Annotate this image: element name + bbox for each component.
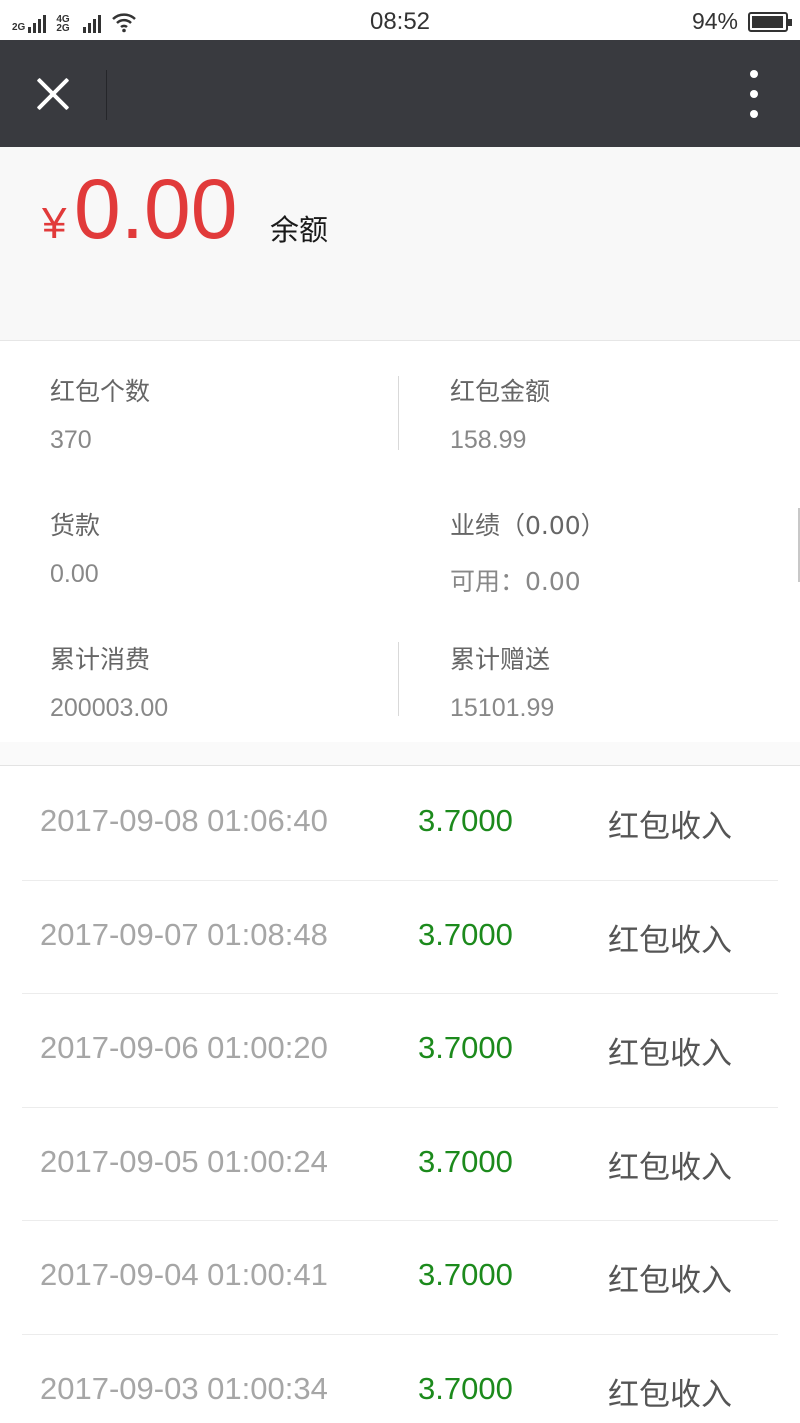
record-date: 2017-09-07 01:08:48 [40,916,328,952]
record-date: 2017-09-03 01:00:34 [40,1370,328,1406]
stat-available: 可用：0.00 [450,567,581,596]
record-amount: 3.7000 [418,1030,513,1065]
record-date: 2017-09-04 01:00:41 [40,1257,328,1292]
stat-value: 370 [50,426,92,454]
stat-divider [398,642,399,716]
record-date: 2017-09-06 01:00:20 [40,1030,328,1065]
stats-panel: 红包个数 370 红包金额 158.99 货款 0.00 业绩（0.00） 可用… [0,342,800,742]
record-amount: 3.7000 [418,916,513,952]
records-list: 2017-09-08 01:06:40 3.7000 红包收入 2017-09-… [0,767,800,1423]
currency-symbol: ¥ [42,199,67,248]
stat-label: 货款 [50,511,101,540]
balance-header: ¥ 0.00 余额 [0,147,800,341]
list-item[interactable]: 2017-09-05 01:00:24 3.7000 红包收入 [22,1108,778,1221]
record-type: 红包收入 [608,1149,732,1186]
section-separator [0,742,800,766]
list-item[interactable]: 2017-09-06 01:00:20 3.7000 红包收入 [22,994,778,1108]
stat-divider [398,376,399,450]
list-item[interactable]: 2017-09-07 01:08:48 3.7000 红包收入 [22,881,778,994]
stat-total-gift: 累计赠送 15101.99 [450,640,554,723]
battery-percent: 94% [691,8,738,34]
stat-performance: 业绩（0.00） 可用：0.00 [450,506,606,598]
stat-hongbao-count: 红包个数 370 [50,372,150,455]
balance-amount: 0.00 [74,162,238,256]
record-type: 红包收入 [608,1263,732,1299]
stat-label: 累计赠送 [450,645,551,674]
list-item[interactable]: 2017-09-08 01:06:40 3.7000 红包收入 [22,767,778,881]
battery-icon [748,11,792,32]
list-item[interactable]: 2017-09-03 01:00:34 3.7000 红包收入 [22,1335,778,1423]
stat-label: 业绩（0.00） [450,511,606,540]
stat-value: 158.99 [450,426,527,454]
record-amount: 3.7000 [418,1257,513,1292]
record-date: 2017-09-05 01:00:24 [40,1143,328,1179]
list-item[interactable]: 2017-09-04 01:00:41 3.7000 红包收入 [22,1221,778,1335]
nav-divider [106,70,107,120]
balance-label: 余额 [270,213,329,247]
nav-bar [0,40,800,147]
record-type: 红包收入 [608,922,732,959]
battery-status: 94% [691,8,792,35]
record-type: 红包收入 [608,1376,732,1413]
stat-value: 15101.99 [450,694,555,722]
stat-payment: 货款 0.00 [50,506,100,589]
stat-label: 红包个数 [50,377,151,406]
stat-value: 0.00 [50,560,99,588]
more-options-icon[interactable] [744,70,764,118]
record-type: 红包收入 [608,809,732,845]
stat-total-spent: 累计消费 200003.00 [50,640,168,723]
clock: 08:52 [369,8,431,35]
stat-label: 累计消费 [50,645,151,674]
record-amount: 3.7000 [418,1143,513,1179]
status-bar: 2G 4G 2G 08:52 94% [0,0,800,40]
record-amount: 3.7000 [418,803,513,838]
stat-label: 红包金额 [450,377,551,406]
record-type: 红包收入 [608,1036,732,1072]
close-icon[interactable] [26,67,80,121]
stat-value: 200003.00 [50,694,169,722]
stat-hongbao-amount: 红包金额 158.99 [450,372,550,455]
record-date: 2017-09-08 01:06:40 [40,803,328,838]
record-amount: 3.7000 [418,1370,513,1406]
